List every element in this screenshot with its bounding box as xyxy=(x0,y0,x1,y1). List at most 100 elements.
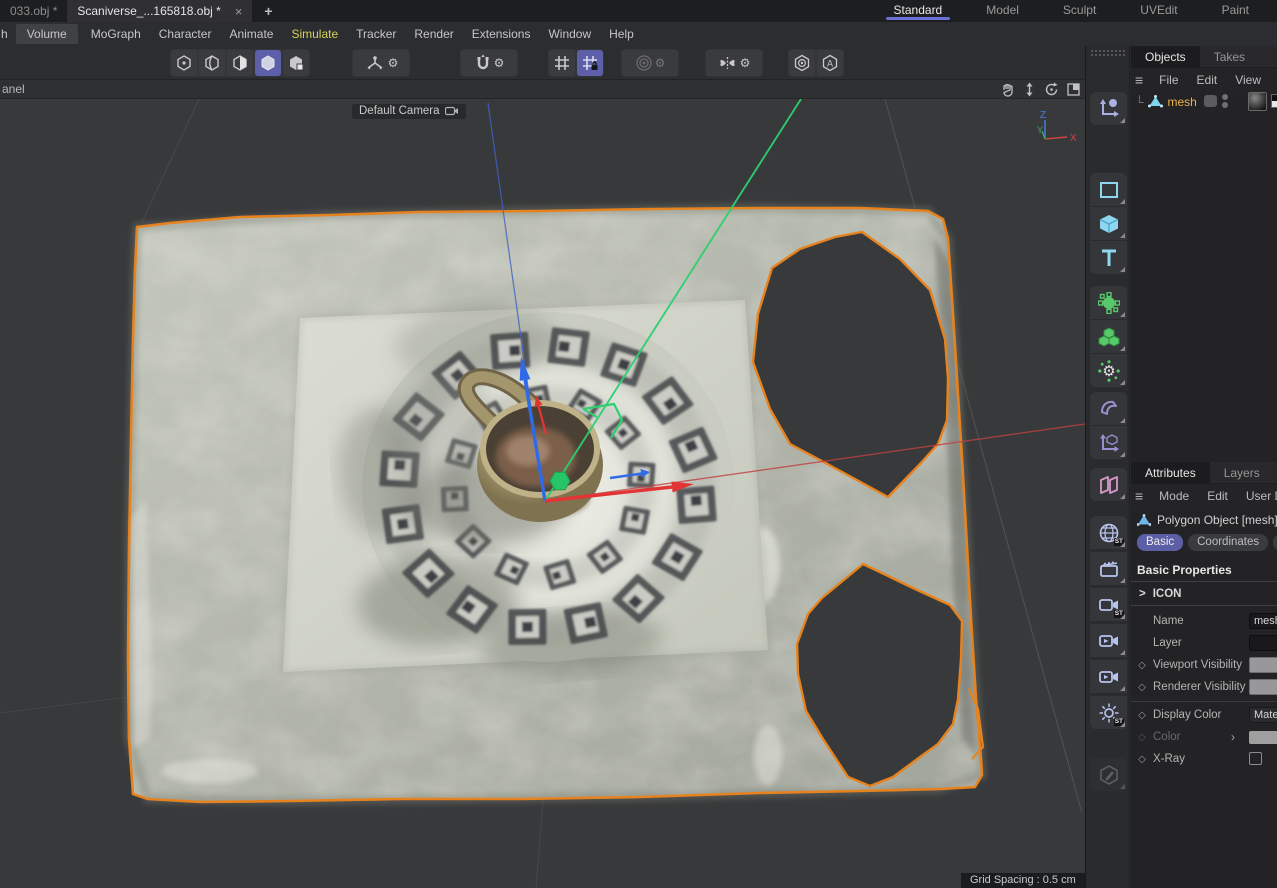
objects-menu-file[interactable]: File xyxy=(1151,73,1186,87)
objects-menu-edit[interactable]: Edit xyxy=(1189,73,1226,87)
rectangle-spline-button[interactable] xyxy=(1090,173,1127,206)
keyframe-diamond-icon[interactable]: ◇ xyxy=(1131,754,1153,765)
camera-secondary-button[interactable] xyxy=(1090,660,1127,693)
orbit-rotate-icon[interactable] xyxy=(1044,82,1059,97)
tab-objects[interactable]: Objects xyxy=(1131,46,1200,67)
workplane-axis-button[interactable] xyxy=(1090,426,1127,459)
menu-tracker[interactable]: Tracker xyxy=(347,24,405,44)
gizmo-center-knob[interactable] xyxy=(550,472,570,489)
viewport-visibility-dropdown[interactable] xyxy=(1249,657,1277,673)
polygons-mode-button[interactable] xyxy=(227,50,253,76)
document-tab-prev[interactable]: 033.obj * xyxy=(0,0,67,22)
menu-volume[interactable]: Volume xyxy=(16,24,78,44)
volume-builder-button[interactable] xyxy=(1090,320,1127,353)
simulation-gear-button[interactable]: ⚙ xyxy=(1090,354,1127,387)
menu-simulate[interactable]: Simulate xyxy=(282,24,347,44)
auto-mode-button[interactable]: A xyxy=(817,50,843,76)
spline-arrows-tool-button[interactable]: ⚙ xyxy=(353,50,409,76)
maximize-view-icon[interactable] xyxy=(1066,82,1081,97)
layout-tab-uvedit[interactable]: UVEdit xyxy=(1118,0,1199,22)
keyframe-diamond-icon[interactable]: ◇ xyxy=(1131,660,1153,671)
new-tab-button[interactable]: + xyxy=(252,0,284,22)
keyframe-diamond-icon[interactable]: ◇ xyxy=(1131,710,1153,721)
panel-menu-icon[interactable]: ≡ xyxy=(1131,72,1149,88)
document-tab-active[interactable]: Scaniverse_...165818.obj * × xyxy=(67,0,252,22)
stage-object-button[interactable] xyxy=(1090,552,1127,585)
menu-mograph[interactable]: MoGraph xyxy=(82,24,150,44)
instance-object-button[interactable] xyxy=(1090,468,1127,501)
attr-menu-userdata[interactable]: User Data xyxy=(1238,489,1277,503)
section-tab-basic[interactable]: Basic xyxy=(1137,534,1183,551)
field-object-button[interactable] xyxy=(1090,286,1127,319)
viewport-panel-menu[interactable]: anel xyxy=(0,82,25,96)
color-swatch[interactable] xyxy=(1249,731,1277,744)
menu-window[interactable]: Window xyxy=(539,24,600,44)
render-visibility-dot[interactable] xyxy=(1222,102,1228,108)
bend-deformer-button[interactable] xyxy=(1090,392,1127,425)
points-mode-button[interactable] xyxy=(171,50,197,76)
menu-animate[interactable]: Animate xyxy=(220,24,282,44)
tab-takes[interactable]: Takes xyxy=(1200,46,1259,67)
menu-mesh-partial[interactable]: h xyxy=(0,24,12,44)
objects-menu-objects[interactable]: Objects xyxy=(1271,73,1277,87)
viewport-canvas[interactable]: Default Camera Z Y X Grid Spacing : 0.5 … xyxy=(0,99,1085,888)
layout-tab-model[interactable]: Model xyxy=(964,0,1041,22)
close-tab-icon[interactable]: × xyxy=(235,4,243,19)
camera-label[interactable]: Default Camera xyxy=(352,104,466,119)
3d-scene[interactable] xyxy=(0,99,1085,888)
viewport-solo-button[interactable] xyxy=(789,50,815,76)
name-field[interactable]: mesh xyxy=(1249,613,1277,629)
lock-workplane-button[interactable] xyxy=(577,50,603,76)
layer-field[interactable] xyxy=(1249,635,1277,651)
menu-character[interactable]: Character xyxy=(150,24,221,44)
workplane-grid-button[interactable] xyxy=(549,50,575,76)
pan-hand-icon[interactable] xyxy=(1000,82,1015,97)
material-edit-button[interactable] xyxy=(1090,758,1127,791)
tab-layers[interactable]: Layers xyxy=(1210,462,1274,483)
layout-tab-paint[interactable]: Paint xyxy=(1200,0,1271,22)
display-color-label: Display Color xyxy=(1153,709,1221,721)
sky-object-button[interactable]: ST xyxy=(1090,516,1127,549)
keyframe-diamond-icon[interactable]: ◇ xyxy=(1131,682,1153,693)
palette-drag-handle[interactable] xyxy=(1090,49,1126,58)
object-axis-mode-button[interactable] xyxy=(283,50,309,76)
grid-spacing-status: Grid Spacing : 0.5 cm xyxy=(961,873,1085,888)
camera-button[interactable] xyxy=(1090,624,1127,657)
objects-menu-view[interactable]: View xyxy=(1227,73,1269,87)
attributes-panel-tabs: Attributes Layers xyxy=(1131,462,1277,484)
light-object-button[interactable]: ST xyxy=(1090,696,1127,729)
camera-st-button[interactable]: ST xyxy=(1090,588,1127,621)
menu-render[interactable]: Render xyxy=(405,24,462,44)
material-thumbnail[interactable] xyxy=(1248,92,1267,111)
symmetry-butterfly-button[interactable]: ⚙ xyxy=(706,50,762,76)
quantize-button[interactable]: ⚙ xyxy=(622,50,678,76)
tab-attributes[interactable]: Attributes xyxy=(1131,462,1210,483)
layout-tab-standard[interactable]: Standard xyxy=(872,0,965,22)
text-object-button[interactable] xyxy=(1090,241,1127,274)
menu-extensions[interactable]: Extensions xyxy=(463,24,540,44)
attr-menu-mode[interactable]: Mode xyxy=(1151,489,1197,503)
edges-mode-button[interactable] xyxy=(199,50,225,76)
attributes-panel-menu: ≡ Mode Edit User Data xyxy=(1131,484,1277,507)
snap-magnet-button[interactable]: ⚙ xyxy=(461,50,517,76)
edit-state-toggle[interactable] xyxy=(1204,95,1217,107)
section-tab-coordinates[interactable]: Coordinates xyxy=(1188,534,1268,551)
layout-tab-sculpt[interactable]: Sculpt xyxy=(1041,0,1118,22)
texture-tag-icon[interactable] xyxy=(1271,94,1277,108)
xray-checkbox[interactable] xyxy=(1249,752,1262,765)
attr-menu-edit[interactable]: Edit xyxy=(1199,489,1236,503)
model-mode-button[interactable] xyxy=(255,50,281,76)
keyframe-diamond-icon: ◇ xyxy=(1131,732,1153,743)
renderer-visibility-dropdown[interactable] xyxy=(1249,679,1277,695)
icon-section-row[interactable]: > ICON xyxy=(1131,582,1277,606)
dolly-zoom-icon[interactable] xyxy=(1022,82,1037,97)
object-tree-row-mesh[interactable]: └ mesh xyxy=(1131,91,1277,112)
move-tool-button[interactable] xyxy=(1090,92,1127,125)
menu-help[interactable]: Help xyxy=(600,24,643,44)
cube-primitive-button[interactable] xyxy=(1090,207,1127,240)
display-color-dropdown[interactable]: Material xyxy=(1249,707,1277,723)
editor-visibility-dot[interactable] xyxy=(1222,94,1228,100)
object-name-label[interactable]: mesh xyxy=(1168,95,1197,109)
section-tab-phong[interactable]: Phong xyxy=(1273,534,1277,551)
panel-menu-icon[interactable]: ≡ xyxy=(1131,488,1149,504)
